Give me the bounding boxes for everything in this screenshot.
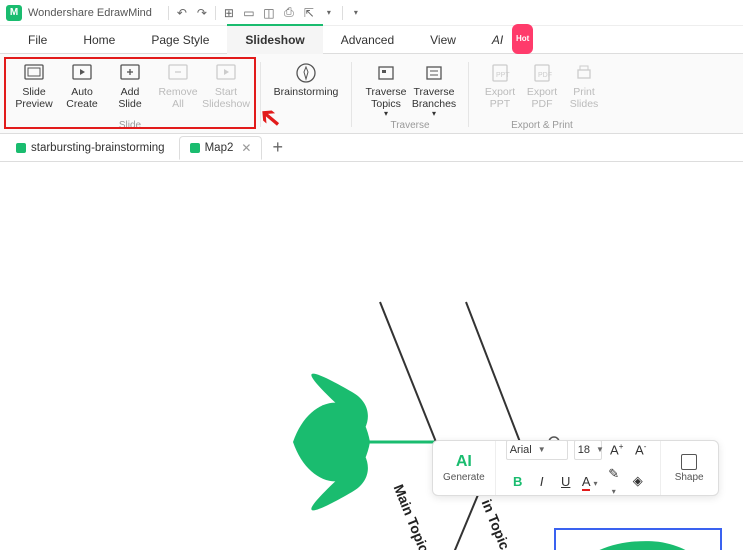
add-tab-button[interactable]: + xyxy=(266,137,289,158)
app-title: Wondershare EdrawMind xyxy=(28,7,152,19)
ribbon-group-traverse-label: Traverse xyxy=(390,120,429,131)
slide-preview-icon xyxy=(23,62,45,84)
clear-format-button[interactable]: ◈ xyxy=(629,473,647,489)
export-ppt-icon: PPT xyxy=(489,62,511,84)
overflow-caret-icon[interactable]: ▾ xyxy=(349,6,363,20)
ai-icon: AI xyxy=(456,454,472,470)
menu-ai[interactable]: AI Hot xyxy=(474,26,521,54)
italic-button[interactable]: I xyxy=(533,474,551,489)
ribbon-group-traverse: Traverse Topics▾ Traverse Branches▾ Trav… xyxy=(358,58,462,131)
brainstorming-icon xyxy=(295,62,317,84)
ribbon-group-export: PPT Export PPT PDF Export PDF Print Slid… xyxy=(475,58,609,131)
shape-icon xyxy=(681,454,697,470)
floating-text-toolbar: AI Generate Arial▼ 18▼ A+ A- B I U A ▾ ✎… xyxy=(432,440,719,496)
traverse-branches-icon xyxy=(423,62,445,84)
traverse-branches-button[interactable]: Traverse Branches▾ xyxy=(410,58,458,119)
titlebar: M Wondershare EdrawMind ↶ ↷ ⊞ ▭ ◫ ⎙ ⇱ ▾ … xyxy=(0,0,743,26)
ai-generate-button[interactable]: AI Generate xyxy=(433,441,496,495)
start-slideshow-button[interactable]: Start Slideshow xyxy=(202,58,250,110)
doctab-map2[interactable]: Map2 ✕ xyxy=(179,136,263,160)
font-family-select[interactable]: Arial▼ xyxy=(506,440,568,460)
app-icon: M xyxy=(6,5,22,21)
main-idea-shape xyxy=(556,530,720,550)
font-size-select[interactable]: 18▼ xyxy=(574,440,602,460)
quick-access-toolbar: ↶ ↷ ⊞ ▭ ◫ ⎙ ⇱ ▾ ▾ xyxy=(168,6,363,20)
caret-down-icon: ▼ xyxy=(596,445,604,454)
save-icon[interactable]: ◫ xyxy=(262,6,276,20)
folder-icon[interactable]: ▭ xyxy=(242,6,256,20)
undo-icon[interactable]: ↶ xyxy=(175,6,189,20)
highlight-button[interactable]: ✎ ▾ xyxy=(605,466,623,497)
menu-slideshow[interactable]: Slideshow xyxy=(227,24,322,54)
add-icon[interactable]: ⊞ xyxy=(222,6,236,20)
font-color-button[interactable]: A ▾ xyxy=(581,474,599,489)
remove-all-icon xyxy=(167,62,189,84)
traverse-topics-icon xyxy=(375,62,397,84)
traverse-topics-button[interactable]: Traverse Topics▾ xyxy=(362,58,410,119)
shape-button[interactable]: Shape xyxy=(661,441,718,495)
hot-badge: Hot xyxy=(512,24,533,54)
ribbon-group-slide: Slide Preview Auto Create Add Slide Remo… xyxy=(6,58,254,131)
bold-button[interactable]: B xyxy=(509,474,527,489)
auto-create-button[interactable]: Auto Create xyxy=(58,58,106,110)
start-slideshow-icon xyxy=(215,62,237,84)
ribbon-group-slide-label: Slide xyxy=(119,120,141,131)
menu-advanced[interactable]: Advanced xyxy=(323,26,412,54)
brainstorming-button[interactable]: Brainstorming xyxy=(271,58,341,99)
ribbon-group-brainstorming: Brainstorming xyxy=(267,58,345,131)
caret-down-icon: ▼ xyxy=(538,445,546,454)
font-grow-button[interactable]: A+ xyxy=(608,442,626,457)
main-idea-node[interactable]: Main Idea xyxy=(554,528,722,550)
add-slide-button[interactable]: Add Slide xyxy=(106,58,154,110)
underline-button[interactable]: U xyxy=(557,474,575,489)
remove-all-button[interactable]: Remove All xyxy=(154,58,202,110)
svg-text:PDF: PDF xyxy=(538,72,552,79)
doc-icon xyxy=(190,143,200,153)
export-pdf-button[interactable]: PDF Export PDF xyxy=(521,58,563,110)
share-caret-icon[interactable]: ▾ xyxy=(322,6,336,20)
print-icon[interactable]: ⎙ xyxy=(282,6,296,20)
doctab-starbursting[interactable]: starbursting-brainstorming xyxy=(6,136,175,160)
print-slides-button[interactable]: Print Slides xyxy=(563,58,605,110)
document-tabs: starbursting-brainstorming Map2 ✕ + xyxy=(0,134,743,162)
font-shrink-button[interactable]: A- xyxy=(632,442,650,457)
share-icon[interactable]: ⇱ xyxy=(302,6,316,20)
redo-icon[interactable]: ↷ xyxy=(195,6,209,20)
doc-icon xyxy=(16,143,26,153)
menu-view[interactable]: View xyxy=(412,26,474,54)
ribbon: ➔ Slide Preview Auto Create Add Slide Re… xyxy=(0,54,743,134)
export-ppt-button[interactable]: PPT Export PPT xyxy=(479,58,521,110)
add-slide-icon xyxy=(119,62,141,84)
slide-preview-button[interactable]: Slide Preview xyxy=(10,58,58,110)
print-slides-icon xyxy=(573,62,595,84)
menu-file[interactable]: File xyxy=(10,26,65,54)
close-tab-icon[interactable]: ✕ xyxy=(241,141,251,155)
export-pdf-icon: PDF xyxy=(531,62,553,84)
canvas[interactable]: Main Topic in Topic Main T Main Idea AI … xyxy=(0,162,743,550)
menu-page-style[interactable]: Page Style xyxy=(133,26,227,54)
menu-home[interactable]: Home xyxy=(65,26,133,54)
svg-text:PPT: PPT xyxy=(496,72,510,79)
auto-create-icon xyxy=(71,62,93,84)
ribbon-group-export-label: Export & Print xyxy=(511,120,573,131)
main-menu: File Home Page Style Slideshow Advanced … xyxy=(0,26,743,54)
